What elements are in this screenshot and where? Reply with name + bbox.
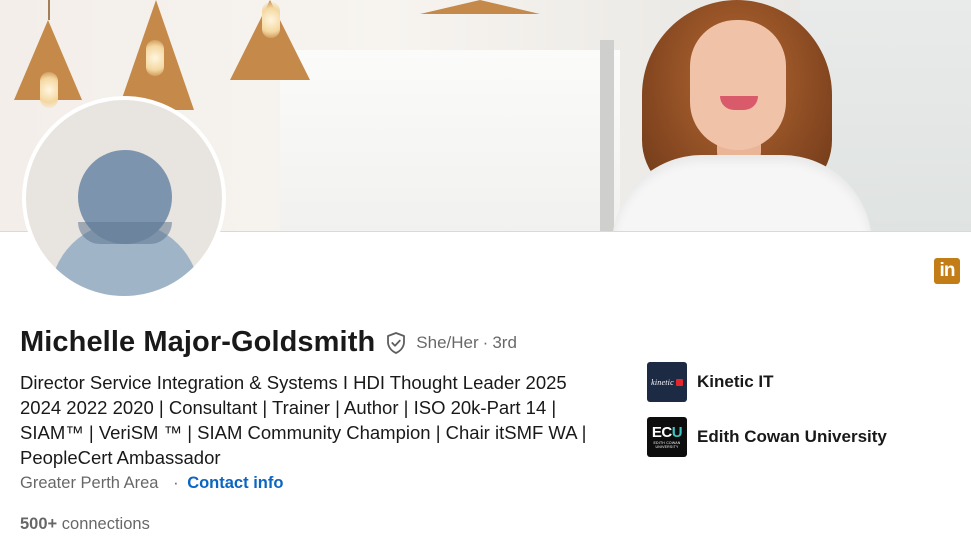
pendant-lamp bbox=[420, 0, 540, 14]
company-name: Edith Cowan University bbox=[697, 427, 887, 446]
person-face bbox=[690, 20, 786, 150]
degree-separator: · bbox=[482, 332, 489, 352]
headline-line: Director Service Integration & Systems I… bbox=[20, 372, 567, 393]
headline-line: SIAM™ | VeriSM ™ | SIAM Community Champi… bbox=[20, 422, 587, 443]
linkedin-icon[interactable]: in bbox=[934, 258, 960, 284]
ecu-logo: ECU EDITH COWAN UNIVERSITY bbox=[647, 417, 687, 457]
profile-pronouns: She/Her bbox=[416, 332, 479, 352]
kinetic-logo-text: kinetic bbox=[651, 377, 674, 387]
connection-degree: 3rd bbox=[492, 332, 517, 352]
headline-line: 2024 2022 2020 | Consultant | Trainer | … bbox=[20, 397, 557, 418]
profile-location: Greater Perth Area bbox=[20, 474, 159, 492]
connections-link[interactable]: 500+ connections bbox=[20, 515, 150, 534]
location-row: Greater Perth Area · Contact info bbox=[20, 474, 283, 493]
profile-card: in Michelle Major-Goldsmith She/Her · 3r… bbox=[0, 0, 971, 555]
location-separator: · bbox=[173, 474, 179, 492]
profile-name-row: Michelle Major-Goldsmith She/Her · 3rd bbox=[20, 326, 517, 359]
banner-photo-person bbox=[612, 0, 872, 232]
pendant-cord bbox=[48, 0, 50, 20]
verified-shield-icon[interactable] bbox=[384, 331, 408, 355]
profile-headline: Director Service Integration & Systems I… bbox=[20, 370, 620, 470]
profile-name: Michelle Major-Goldsmith bbox=[20, 326, 376, 358]
avatar-overlap-shape bbox=[78, 222, 172, 244]
ecu-logo-subtext: EDITH COWAN UNIVERSITY bbox=[653, 441, 681, 449]
pendant-glow bbox=[262, 2, 280, 38]
connections-label: connections bbox=[61, 515, 150, 533]
pendant-glow bbox=[146, 40, 164, 76]
pendant-glow bbox=[40, 72, 58, 108]
headline-line: PeopleCert Ambassador bbox=[20, 447, 221, 468]
connections-count: 500+ bbox=[20, 515, 58, 533]
default-avatar-icon[interactable] bbox=[22, 96, 226, 300]
company-item-edith-cowan-university[interactable]: ECU EDITH COWAN UNIVERSITY Edith Cowan U… bbox=[647, 417, 887, 457]
company-name: Kinetic IT bbox=[697, 372, 774, 391]
kinetic-logo-mark bbox=[675, 378, 683, 386]
banner-window bbox=[280, 50, 620, 232]
kinetic-it-logo: kinetic bbox=[647, 362, 687, 402]
ecu-logo-text: ECU bbox=[651, 424, 683, 441]
contact-info-link[interactable]: Contact info bbox=[187, 474, 283, 492]
company-item-kinetic-it[interactable]: kinetic Kinetic IT bbox=[647, 362, 774, 402]
